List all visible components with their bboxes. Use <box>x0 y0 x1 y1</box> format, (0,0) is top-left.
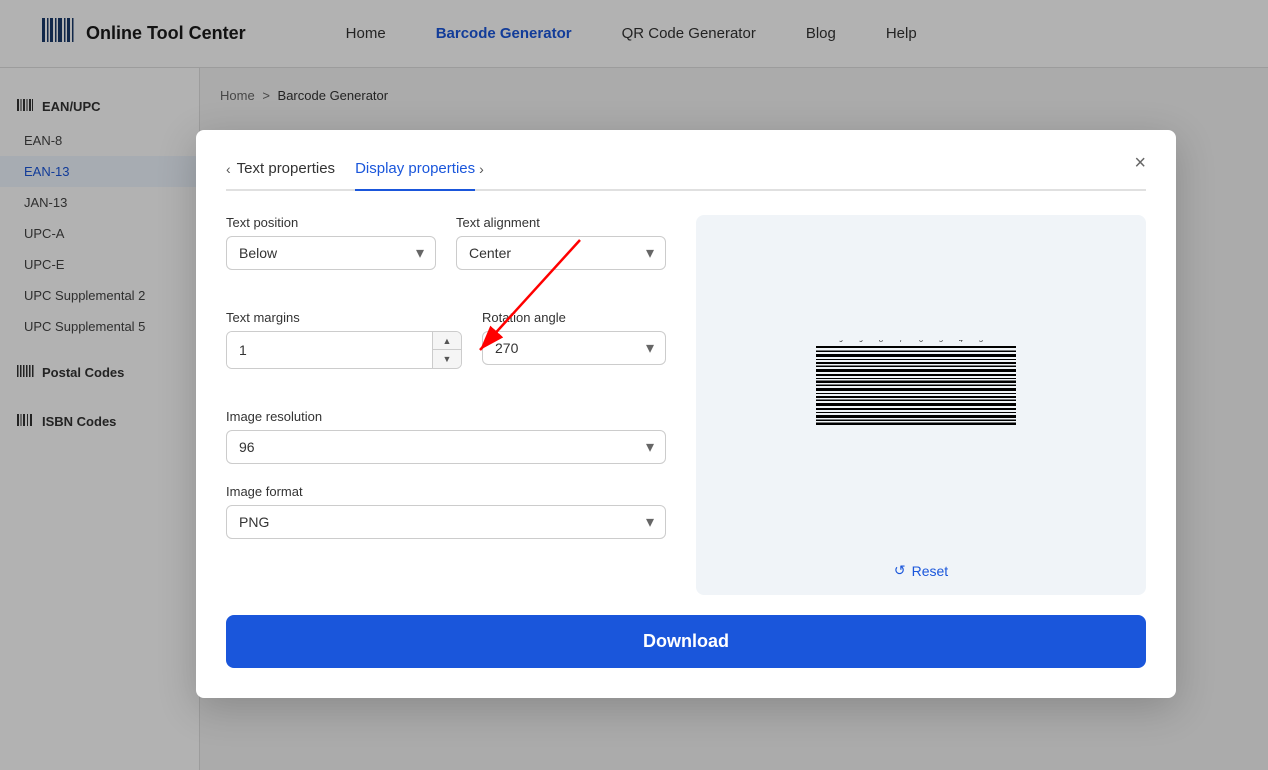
image-format-group: Image format PNG JPG SVG BMP <box>226 484 666 539</box>
image-resolution-select-wrapper: 72 96 150 300 <box>226 430 666 464</box>
svg-text:4: 4 <box>959 340 963 344</box>
rotation-angle-select-wrapper: 0 90 180 270 <box>482 331 666 365</box>
rotation-angle-select[interactable]: 0 90 180 270 <box>482 331 666 365</box>
download-button[interactable]: Download <box>226 615 1146 668</box>
reset-icon: ↺ <box>894 562 906 579</box>
text-position-alignment-row: Text position Below Above None Text alig… <box>226 215 666 290</box>
svg-text:9: 9 <box>839 340 843 344</box>
modal-close-button[interactable]: × <box>1134 152 1146 175</box>
text-position-select-wrapper: Below Above None <box>226 236 436 270</box>
text-margins-group: Text margins ▲ ▼ <box>226 310 462 369</box>
reset-button[interactable]: ↺ Reset <box>878 554 964 587</box>
spinner-down-button[interactable]: ▼ <box>433 350 461 368</box>
text-margins-label: Text margins <box>226 310 462 325</box>
svg-text:6: 6 <box>919 340 923 344</box>
svg-text:8: 8 <box>879 340 883 344</box>
text-margins-input[interactable] <box>227 332 432 368</box>
image-resolution-group: Image resolution 72 96 150 300 <box>226 409 666 464</box>
image-format-select-wrapper: PNG JPG SVG BMP <box>226 505 666 539</box>
text-position-label: Text position <box>226 215 436 230</box>
spinner-buttons: ▲ ▼ <box>432 332 461 368</box>
display-properties-tab[interactable]: Display properties <box>355 160 475 191</box>
text-alignment-select-wrapper: Center Left Right <box>456 236 666 270</box>
modal: ‹ Text properties Display properties › ×… <box>196 130 1176 698</box>
barcode-container: 9 9 8 7 6 5 4 3 <box>696 215 1146 554</box>
text-alignment-select[interactable]: Center Left Right <box>456 236 666 270</box>
image-resolution-select[interactable]: 72 96 150 300 <box>226 430 666 464</box>
text-alignment-group: Text alignment Center Left Right <box>456 215 666 270</box>
modal-header: ‹ Text properties Display properties › × <box>226 160 1146 191</box>
svg-text:9: 9 <box>859 340 863 344</box>
spinner-up-button[interactable]: ▲ <box>433 332 461 350</box>
svg-text:7: 7 <box>899 340 903 344</box>
text-alignment-label: Text alignment <box>456 215 666 230</box>
text-position-group: Text position Below Above None <box>226 215 436 270</box>
svg-text:5: 5 <box>939 340 943 344</box>
rotation-angle-label: Rotation angle <box>482 310 666 325</box>
barcode-display: 9 9 8 7 6 5 4 3 <box>811 340 1031 430</box>
modal-body: Text position Below Above None Text alig… <box>226 215 1146 595</box>
modal-form: Text position Below Above None Text alig… <box>226 215 666 595</box>
svg-text:3: 3 <box>979 340 983 344</box>
text-margins-spinner: ▲ ▼ <box>226 331 462 369</box>
image-format-select[interactable]: PNG JPG SVG BMP <box>226 505 666 539</box>
rotation-angle-group: Rotation angle 0 90 180 270 <box>482 310 666 369</box>
image-format-label: Image format <box>226 484 666 499</box>
barcode-preview: 9 9 8 7 6 5 4 3 ↺ Reset <box>696 215 1146 595</box>
text-position-select[interactable]: Below Above None <box>226 236 436 270</box>
chevron-right-icon: › <box>479 161 484 177</box>
prev-tab-button[interactable]: ‹ Text properties <box>226 160 335 177</box>
chevron-left-icon: ‹ <box>226 161 231 177</box>
image-resolution-label: Image resolution <box>226 409 666 424</box>
barcode-svg: 9 9 8 7 6 5 4 3 <box>811 340 1031 430</box>
margins-rotation-row: Text margins ▲ ▼ Rotation angle 0 <box>226 310 666 389</box>
